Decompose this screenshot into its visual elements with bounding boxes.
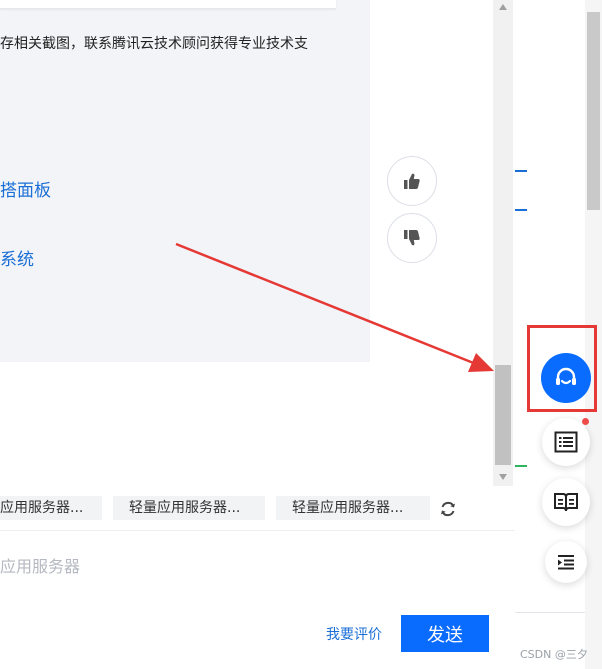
right-panel-divider	[515, 612, 585, 613]
rate-link[interactable]: 我要评价	[326, 624, 382, 644]
suggestion-chip[interactable]: 轻量应用服务器...	[276, 496, 430, 520]
answer-text: 存相关截图，联系腾讯云技术顾问获得专业技术支	[0, 36, 308, 52]
outdent-icon	[558, 555, 574, 570]
right-panel-marker	[515, 170, 527, 172]
thumb-down-icon	[404, 230, 420, 246]
highlight-box	[527, 325, 597, 412]
csdn-watermark: CSDN @三夕	[520, 648, 588, 661]
suggestion-chip[interactable]: 应用服务器...	[0, 496, 102, 520]
docs-button[interactable]	[542, 478, 590, 526]
chat-scrollbar[interactable]	[493, 0, 513, 486]
send-button[interactable]: 发送	[401, 615, 489, 652]
right-panel-marker	[515, 465, 527, 467]
message-input[interactable]: 应用服务器	[0, 553, 80, 577]
chat-panel: 存相关截图，联系腾讯云技术顾问获得专业技术支 搭面板 系统 应用服务器... 轻…	[0, 0, 515, 669]
answer-link-panel[interactable]: 搭面板	[0, 176, 51, 201]
list-icon	[554, 431, 578, 453]
notification-dot	[582, 418, 589, 425]
book-icon	[554, 493, 578, 512]
scroll-thumb[interactable]	[495, 365, 511, 465]
thumb-up-icon	[404, 173, 420, 189]
right-panel-marker	[515, 209, 527, 211]
thumb-up-button[interactable]	[387, 156, 437, 206]
card-top-edge	[0, 0, 336, 9]
page-scroll-thumb[interactable]	[587, 12, 600, 210]
answer-card: 存相关截图，联系腾讯云技术顾问获得专业技术支 搭面板 系统	[0, 0, 370, 362]
input-divider	[0, 530, 515, 531]
outdent-button[interactable]	[545, 541, 587, 583]
answer-link-system[interactable]: 系统	[0, 245, 34, 270]
thumb-down-button[interactable]	[387, 213, 437, 263]
refresh-icon[interactable]	[438, 499, 458, 519]
scroll-up-icon[interactable]	[493, 0, 513, 14]
list-button[interactable]	[542, 418, 590, 466]
suggestion-chip[interactable]: 轻量应用服务器...	[113, 496, 265, 520]
scroll-down-icon[interactable]	[493, 470, 513, 484]
